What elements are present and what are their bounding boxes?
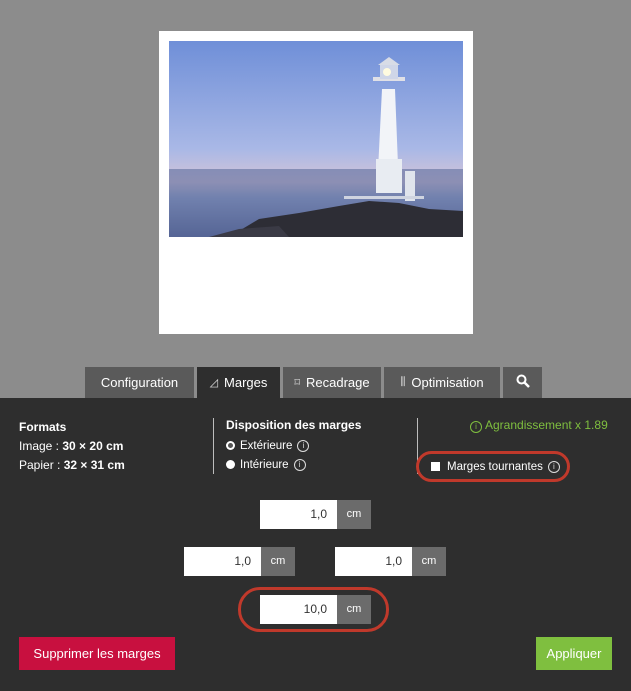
- disposition-section: Disposition des marges Extérieure i Inté…: [226, 418, 361, 474]
- image-format-label: Image :: [19, 439, 60, 453]
- margin-left-unit: cm: [261, 547, 295, 576]
- rotating-margins-label: Marges tournantes: [447, 460, 543, 473]
- apply-button[interactable]: Appliquer: [536, 637, 612, 670]
- paper-format: Papier : 32 × 31 cm: [19, 456, 125, 475]
- margin-icon: ◿: [209, 377, 219, 389]
- sliders-icon: ⫼: [400, 376, 406, 388]
- radio-interieure-label: Intérieure: [240, 458, 289, 471]
- margin-right-input[interactable]: 1,0: [335, 547, 412, 576]
- margin-right-field: 1,0 cm: [335, 547, 446, 576]
- tab-configuration[interactable]: Configuration: [85, 367, 194, 398]
- formats-section: Formats Image : 30 × 20 cm Papier : 32 ×…: [19, 418, 125, 475]
- radio-exterieure-label: Extérieure: [240, 439, 293, 452]
- preview-area: [0, 0, 631, 367]
- margin-right-unit: cm: [412, 547, 446, 576]
- margin-left-input[interactable]: 1,0: [184, 547, 261, 576]
- tab-zoom[interactable]: [503, 367, 542, 398]
- margin-top-field: 1,0 cm: [260, 500, 371, 529]
- disposition-title: Disposition des marges: [226, 418, 362, 432]
- margin-left-field: 1,0 cm: [184, 547, 295, 576]
- tab-recadrage[interactable]: ⌑ Recadrage: [283, 367, 381, 398]
- radio-button[interactable]: [226, 460, 235, 469]
- rotating-margins-checkbox[interactable]: [431, 462, 440, 471]
- tab-configuration-label: Configuration: [100, 375, 179, 390]
- lighthouse-photo: [169, 41, 463, 237]
- radio-interieure[interactable]: Intérieure i: [226, 455, 361, 474]
- info-icon[interactable]: i: [547, 460, 560, 473]
- highlight-ring: [238, 587, 389, 632]
- info-icon[interactable]: i: [297, 439, 310, 452]
- magnifier-icon: [516, 374, 530, 391]
- radio-button-selected[interactable]: [226, 441, 235, 450]
- info-icon: i: [470, 421, 482, 433]
- formats-title: Formats: [19, 420, 67, 434]
- tab-marges[interactable]: ◿ Marges: [197, 367, 280, 398]
- tab-recadrage-label: Recadrage: [306, 375, 370, 390]
- delete-margins-button[interactable]: Supprimer les marges: [19, 637, 175, 670]
- tab-optimisation-label: Optimisation: [411, 375, 484, 390]
- image-format: Image : 30 × 20 cm: [19, 437, 125, 456]
- tab-bar: Configuration ◿ Marges ⌑ Recadrage ⫼ Opt…: [85, 367, 545, 398]
- crop-icon: ⌑: [294, 377, 301, 389]
- image-format-value: 30 × 20 cm: [62, 439, 124, 453]
- enlargement-text: Agrandissement x 1.89: [485, 418, 608, 432]
- margin-top-unit: cm: [337, 500, 371, 529]
- radio-exterieure[interactable]: Extérieure i: [226, 436, 361, 455]
- tab-marges-label: Marges: [224, 375, 268, 390]
- divider: [213, 418, 214, 474]
- paper-format-value: 32 × 31 cm: [63, 458, 125, 472]
- settings-panel: Formats Image : 30 × 20 cm Papier : 32 ×…: [0, 398, 631, 691]
- margin-top-input[interactable]: 1,0: [260, 500, 337, 529]
- tab-optimisation[interactable]: ⫼ Optimisation: [384, 367, 500, 398]
- enlargement-indicator: i Agrandissement x 1.89: [470, 418, 608, 433]
- rotating-margins-option[interactable]: Marges tournantes i: [416, 451, 570, 482]
- paper-format-label: Papier :: [19, 458, 61, 472]
- info-icon[interactable]: i: [293, 458, 306, 471]
